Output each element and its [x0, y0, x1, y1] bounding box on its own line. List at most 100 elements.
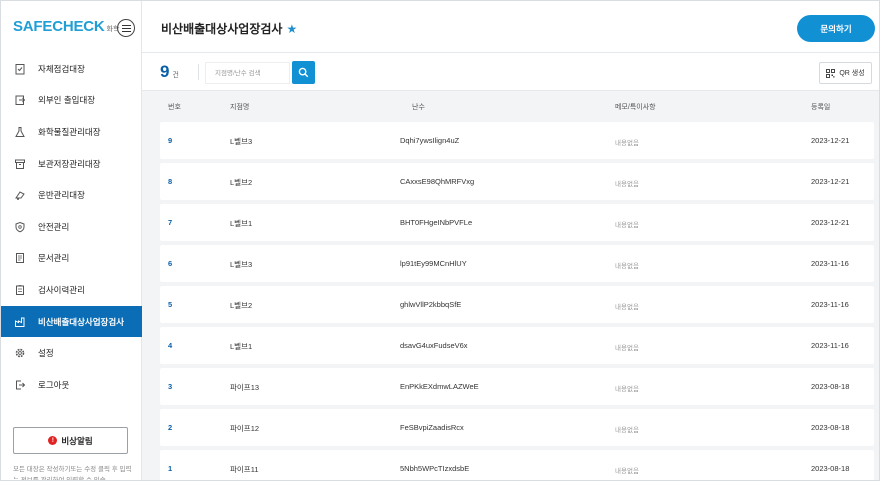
result-count-number: 9	[160, 62, 170, 81]
cell-point-name: L벨브2	[230, 178, 253, 187]
table-body: 9 L벨브3 Dqhi7ywsIlign4uZ 내용없음 2023-12-21 …	[160, 122, 874, 480]
sidebar-item-settings[interactable]: 설정	[1, 337, 142, 369]
app-window: SAFECHECK 화학 자체점검대장 외부인 출입대장 화학물질관리대장 보관…	[0, 0, 880, 481]
sidebar-item-logout[interactable]: 로그아웃	[1, 369, 142, 401]
sidebar-item-chemical-management[interactable]: 화학물질관리대장	[1, 116, 142, 148]
cell-random-code: dsavG4uxFudseV6x	[400, 341, 468, 350]
sidebar-item-label: 화학물질관리대장	[38, 126, 101, 137]
cell-no: 3	[168, 382, 173, 391]
emergency-alert-label: 비상알림	[61, 435, 93, 446]
cell-date: 2023-08-18	[811, 382, 850, 391]
column-header-date: 등록일	[811, 104, 831, 111]
cell-date: 2023-12-21	[811, 136, 850, 145]
table-row[interactable]: 9 L벨브3 Dqhi7ywsIlign4uZ 내용없음 2023-12-21	[160, 122, 874, 159]
sidebar-item-label: 로그아웃	[38, 379, 70, 390]
sidebar-item-storage-management[interactable]: 보관저장관리대장	[1, 148, 142, 180]
gear-icon	[13, 347, 26, 360]
search-icon	[298, 67, 309, 78]
main-content: 비산배출대상사업장검사 ★ 문의하기 9 건 QR 생성 번호 지점명 난수	[142, 1, 879, 480]
cell-no: 2	[168, 423, 173, 432]
table-header: 번호 지점명 난수 메모/특이사항 등록일	[142, 91, 879, 121]
sidebar-item-self-inspection[interactable]: 자체점검대장	[1, 53, 142, 85]
shield-icon	[13, 220, 26, 233]
cell-point-name: L벨브3	[230, 260, 253, 269]
page-title-text: 비산배출대상사업장검사	[161, 22, 283, 36]
search-button[interactable]	[292, 61, 315, 84]
inquiry-button[interactable]: 문의하기	[797, 15, 875, 42]
table-row[interactable]: 5 L벨브2 ghlwVllP2kbbqSfE 내용없음 2023-11-16	[160, 286, 874, 323]
cell-date: 2023-08-18	[811, 423, 850, 432]
cell-point-name: L벨브2	[230, 301, 253, 310]
search-input[interactable]	[205, 62, 290, 84]
cell-memo: 내용없음	[615, 304, 639, 311]
emergency-alert-button[interactable]: ! 비상알림	[13, 427, 128, 454]
cell-memo: 내용없음	[615, 181, 639, 188]
table-row[interactable]: 7 L벨브1 BHT0FHgeINbPVFLe 내용없음 2023-12-21	[160, 204, 874, 241]
sidebar-item-transport-management[interactable]: 운반관리대장	[1, 179, 142, 211]
column-header-memo: 메모/특이사항	[615, 104, 656, 111]
sidebar-note: 모든 대장은 작성하기또는 수정 클릭 후 입력는 정보를 관리하여 입력할 수…	[13, 466, 132, 481]
sidebar-item-label: 외부인 출입대장	[38, 95, 96, 106]
column-header-no: 번호	[168, 104, 181, 111]
cell-date: 2023-11-16	[811, 341, 849, 350]
cell-random-code: CAxxsE98QhMRFVxg	[400, 177, 475, 186]
table-row[interactable]: 2 파이프12 FeSBvpiZaadisRcx 내용없음 2023-08-18	[160, 409, 874, 446]
sidebar-item-safety-management[interactable]: 안전관리	[1, 211, 142, 243]
sidebar-item-label: 보관저장관리대장	[38, 158, 101, 169]
logo[interactable]: SAFECHECK 화학	[13, 18, 119, 38]
cell-memo: 내용없음	[615, 468, 639, 475]
table-row[interactable]: 6 L벨브3 lp91tEy99MCnHlUY 내용없음 2023-11-16	[160, 245, 874, 282]
sidebar: SAFECHECK 화학 자체점검대장 외부인 출입대장 화학물질관리대장 보관…	[1, 1, 142, 481]
clipboard-check-icon	[13, 62, 26, 75]
cell-random-code: EnPKkEXdmwLAZWeE	[400, 382, 479, 391]
sidebar-item-document-management[interactable]: 문서관리	[1, 243, 142, 275]
sidebar-item-visitor-log[interactable]: 외부인 출입대장	[1, 85, 142, 117]
table-row[interactable]: 1 파이프11 5Nbh5WPcTIzxdsbE 내용없음 2023-08-18	[160, 450, 874, 480]
sidebar-item-label: 설정	[38, 348, 54, 359]
hamburger-menu-icon[interactable]	[117, 19, 135, 37]
page-title: 비산배출대상사업장검사 ★	[161, 20, 297, 37]
qr-code-icon	[826, 68, 836, 78]
cell-point-name: L벨브3	[230, 137, 253, 146]
qr-generate-label: QR 생성	[839, 70, 865, 77]
cell-random-code: BHT0FHgeINbPVFLe	[400, 218, 473, 227]
sidebar-item-label: 안전관리	[38, 221, 70, 232]
sidebar-nav: 자체점검대장 외부인 출입대장 화학물질관리대장 보관저장관리대장 운반관리대장…	[1, 53, 142, 401]
logout-icon	[13, 378, 26, 391]
cell-date: 2023-12-21	[811, 177, 850, 186]
cell-memo: 내용없음	[615, 386, 639, 393]
door-enter-icon	[13, 94, 26, 107]
sidebar-item-label: 문서관리	[38, 253, 70, 264]
factory-icon	[13, 315, 26, 328]
archive-box-icon	[13, 157, 26, 170]
table-row[interactable]: 4 L벨브1 dsavG4uxFudseV6x 내용없음 2023-11-16	[160, 327, 874, 364]
table-row[interactable]: 3 파이프13 EnPKkEXdmwLAZWeE 내용없음 2023-08-18	[160, 368, 874, 405]
result-count: 9 건	[160, 62, 179, 82]
cell-memo: 내용없음	[615, 345, 639, 352]
sidebar-item-label: 검사이력관리	[38, 284, 85, 295]
favorite-star-icon[interactable]: ★	[286, 22, 297, 36]
sidebar-item-inspection-history[interactable]: 검사이력관리	[1, 274, 142, 306]
qr-generate-button[interactable]: QR 생성	[819, 62, 872, 84]
cell-memo: 내용없음	[615, 263, 639, 270]
history-icon	[13, 283, 26, 296]
cell-point-name: 파이프13	[230, 383, 260, 392]
cell-no: 6	[168, 259, 173, 268]
cell-point-name: 파이프11	[230, 465, 259, 474]
column-header-point-name: 지점명	[230, 104, 250, 111]
logo-text: SAFECHECK	[13, 18, 105, 35]
cell-point-name: L벨브1	[230, 219, 253, 228]
sidebar-item-scattering-emission-inspection[interactable]: 비산배출대상사업장검사	[1, 305, 142, 338]
cell-memo: 내용없음	[615, 427, 639, 434]
cell-no: 1	[168, 464, 173, 473]
transport-icon	[13, 189, 26, 202]
cell-date: 2023-11-16	[811, 300, 849, 309]
cell-random-code: FeSBvpiZaadisRcx	[400, 423, 464, 432]
table-row[interactable]: 8 L벨브2 CAxxsE98QhMRFVxg 내용없음 2023-12-21	[160, 163, 874, 200]
cell-no: 5	[168, 300, 173, 309]
cell-random-code: 5Nbh5WPcTIzxdsbE	[400, 464, 470, 473]
cell-no: 7	[168, 218, 173, 227]
flask-icon	[13, 125, 26, 138]
document-icon	[13, 252, 26, 265]
sidebar-item-label: 비산배출대상사업장검사	[38, 316, 125, 327]
